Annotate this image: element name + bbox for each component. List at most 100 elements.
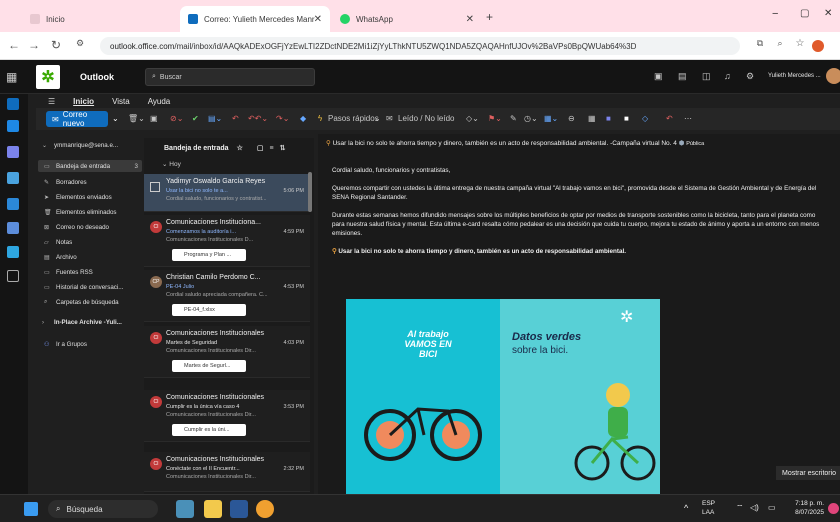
campaign-banner[interactable]: Al trabajo VAMOS EN BICI Datos verdes so… [346, 299, 660, 494]
close-tab-icon[interactable]: ✕ [466, 14, 474, 25]
tab-inicio-ribbon[interactable]: Inicio [73, 97, 94, 106]
calendar-icon[interactable]: ▤ [678, 71, 687, 82]
print-icon[interactable]: ⊖ [568, 114, 575, 123]
list-item[interactable]: CI Comunicaciones Institucionales Conéct… [144, 452, 310, 492]
hamburger-icon[interactable]: ☰ [48, 97, 55, 106]
todo-app-icon[interactable] [7, 198, 19, 210]
immersive-reader-icon[interactable]: ■ [624, 114, 629, 123]
folder-inbox[interactable]: ▭ Bandeja de entrada 3 [38, 160, 142, 172]
list-item[interactable]: CI Comunicaciones Instituciona... Comenz… [144, 215, 310, 267]
grid-icon[interactable]: ▦ [588, 114, 596, 123]
attachment-chip[interactable]: Cumplir es la úni... [172, 424, 246, 436]
snooze-icon[interactable]: ◷⌄ [524, 114, 538, 123]
widgets-icon[interactable] [176, 500, 194, 518]
sort-icon[interactable]: ⇅ [280, 144, 286, 152]
list-scrollbar[interactable] [308, 172, 312, 212]
folder-notes[interactable]: ▱ Notas [44, 239, 72, 246]
select-icon[interactable]: ▢ [257, 144, 264, 152]
group-header-today[interactable]: ⌄ Hoy [162, 160, 181, 168]
tab-ayuda[interactable]: Ayuda [148, 97, 171, 106]
zoom-icon[interactable]: ⌕ [772, 38, 788, 49]
more-apps-icon[interactable] [7, 270, 19, 282]
notifications-icon[interactable]: ♫ [724, 71, 731, 81]
taskbar-search[interactable]: ⌕ Búsqueda [48, 500, 158, 518]
calendar-app-icon[interactable] [7, 120, 19, 132]
read-unread-icon[interactable]: ✉ [386, 114, 393, 123]
report-icon[interactable]: ⊘⌄ [170, 114, 183, 123]
go-to-groups[interactable]: ⚇ Ir a Grupos [44, 341, 87, 348]
tab-whatsapp[interactable]: WhatsApp ✕ [332, 6, 482, 32]
site-info-icon[interactable]: ⚙ [72, 38, 88, 49]
app-launcher-icon[interactable]: ▦ [6, 70, 17, 84]
mail-app-icon[interactable] [7, 98, 19, 110]
copilot-icon[interactable]: ◇ [642, 114, 648, 123]
forward-icon[interactable]: → [26, 38, 42, 52]
select-checkbox[interactable] [150, 182, 160, 192]
reply-icon[interactable]: ↶ [232, 114, 239, 123]
back-icon[interactable]: ← [6, 38, 22, 52]
attachment-chip[interactable]: PE-04_f.xlsx [172, 304, 246, 316]
list-item[interactable]: CI Comunicaciones Institucionales Cumpli… [144, 390, 310, 442]
close-window-button[interactable]: ✕ [824, 8, 832, 19]
list-item[interactable]: Yadimyr Oswaldo García Reyes Usar la bic… [144, 174, 310, 212]
taskbar-clock[interactable]: 7:18 p. m. 8/07/2025 [788, 499, 824, 517]
folder-rss[interactable]: ▭ Fuentes RSS [44, 269, 93, 276]
flag-icon[interactable]: ⚑⌄ [488, 114, 502, 123]
groups-app-icon[interactable] [7, 172, 19, 184]
account-header[interactable]: ⌄ ymmanrique@sena.e... [42, 142, 118, 149]
maximize-button[interactable]: ▢ [800, 8, 809, 19]
language-indicator[interactable]: ESP LAA [702, 499, 715, 517]
bookmark-star-icon[interactable]: ☆ [792, 38, 808, 49]
people-app-icon[interactable] [7, 146, 19, 158]
meet-now-icon[interactable]: ▣ [654, 71, 663, 82]
dropdown-chevron-icon[interactable]: ⌄ [112, 114, 119, 123]
pin-icon[interactable]: ✎ [510, 114, 517, 123]
attachment-chip[interactable]: Programa y Plan ... [172, 249, 246, 261]
settings-gear-icon[interactable]: ⚙ [746, 71, 754, 82]
read-unread-button[interactable]: Leído / No leído [398, 114, 454, 123]
list-item[interactable]: CP Christian Camilo Perdomo C... PE-04 J… [144, 270, 310, 322]
folder-deleted[interactable]: 🗑 Elementos eliminados [44, 209, 117, 216]
search-box[interactable]: ⌕ Buscar [145, 68, 315, 86]
windows-start-icon[interactable] [24, 502, 38, 516]
quick-steps-button[interactable]: Pasos rápidos [328, 114, 379, 123]
url-field[interactable]: outlook.office.com/mail/inbox/id/AAQkADE… [100, 37, 740, 55]
forward-mail-icon[interactable]: ↷⌄ [276, 114, 289, 123]
quick-steps-icon[interactable]: ϟ [318, 114, 322, 123]
move-icon[interactable]: ▤⌄ [208, 114, 222, 123]
dropdown-chevron-icon[interactable]: ⌄ [374, 114, 381, 123]
folder-history[interactable]: ▭ Historial de conversaci... [44, 284, 123, 291]
tab-outlook[interactable]: Correo: Yulieth Mercedes Manr ✕ [180, 6, 330, 32]
undo-icon[interactable]: ↶ [666, 114, 673, 123]
folder-search[interactable]: ⌕ Carpetas de búsqueda [44, 299, 119, 306]
rules-icon[interactable]: ▦⌄ [544, 114, 558, 123]
folder-archive[interactable]: ▤ Archivo [44, 254, 77, 261]
minimize-button[interactable]: − [772, 8, 778, 20]
install-icon[interactable]: ⧉ [752, 38, 768, 49]
new-mail-button[interactable]: ✉ Correo nuevo [46, 110, 108, 128]
profile-icon[interactable] [812, 40, 824, 52]
tray-chevron-icon[interactable]: ^ [684, 503, 688, 513]
file-explorer-icon[interactable] [204, 500, 222, 518]
reload-icon[interactable]: ↻ [48, 38, 64, 52]
volume-icon[interactable]: ◁) [750, 503, 759, 512]
onedrive-app-icon[interactable] [7, 246, 19, 258]
onenote-icon[interactable]: ■ [606, 114, 611, 123]
more-options-icon[interactable]: ⋯ [684, 114, 692, 123]
new-tab-icon[interactable]: + [486, 10, 493, 24]
list-item[interactable]: CI Comunicaciones Institucionales Martes… [144, 326, 310, 378]
teams-app-icon[interactable] [7, 222, 19, 234]
tag-icon[interactable]: ◇⌄ [466, 114, 479, 123]
archive-icon[interactable]: ▣ [150, 114, 158, 123]
wifi-icon[interactable]: ⌔ [736, 503, 744, 513]
word-icon[interactable] [230, 500, 248, 518]
tab-vista[interactable]: Vista [112, 97, 130, 106]
user-avatar[interactable] [826, 68, 840, 84]
folder-junk[interactable]: ⊠ Correo no deseado [44, 224, 109, 231]
folder-sent[interactable]: ➤ Elementos enviados [44, 194, 112, 201]
feedback-icon[interactable]: ◫ [702, 71, 711, 82]
favorite-star-icon[interactable]: ☆ [237, 144, 243, 152]
user-name[interactable]: Yulieth Mercedes ... [768, 73, 821, 79]
reply-all-icon[interactable]: ↶↶⌄ [248, 114, 268, 123]
teams-share-icon[interactable]: ◆ [300, 114, 306, 123]
